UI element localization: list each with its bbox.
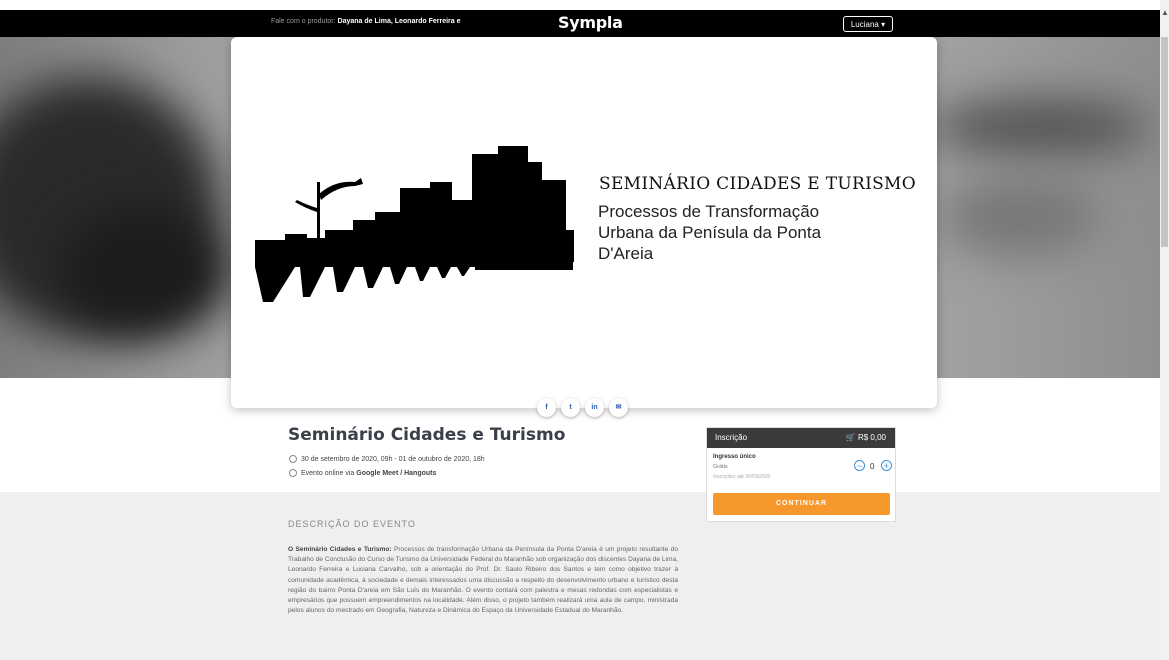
event-banner: SEMINÁRIO CIDADES E TURISMO Processos de… xyxy=(231,37,937,408)
ticket-price: Grátis xyxy=(713,464,728,470)
facebook-icon[interactable]: f xyxy=(537,398,556,417)
globe-icon xyxy=(289,469,297,477)
linkedin-icon[interactable]: in xyxy=(585,398,604,417)
ticket-header-label: Inscrição xyxy=(715,433,748,442)
banner-subtitle-line-3: D'Areia xyxy=(598,244,654,263)
ticket-quantity: 0 xyxy=(870,462,875,471)
ticket-name: Ingresso único xyxy=(713,454,756,460)
email-icon[interactable]: ✉ xyxy=(609,398,628,417)
description-heading: DESCRIÇÃO DO EVENTO xyxy=(288,519,416,529)
sympla-logo[interactable]: Sympla xyxy=(558,13,623,32)
location-prefix: Evento online via xyxy=(301,469,357,477)
top-bar: Fale com o produtor: Dayana de Lima, Leo… xyxy=(0,10,1160,37)
twitter-icon[interactable]: t xyxy=(561,398,580,417)
banner-title: SEMINÁRIO CIDADES E TURISMO xyxy=(599,174,916,194)
increase-quantity-icon[interactable]: + xyxy=(881,460,892,471)
ticket-deadline: Inscrições até 30/09/2020 xyxy=(713,474,771,480)
cart-total: 🛒 R$ 0,00 xyxy=(845,433,886,442)
scrollbar[interactable]: ▲ xyxy=(1160,0,1169,660)
ticket-box: Inscrição 🛒 R$ 0,00 Ingresso único Gráti… xyxy=(706,427,896,522)
event-date-text: 30 de setembro de 2020, 09h - 01 de outu… xyxy=(301,455,485,463)
event-location: Evento online via Google Meet / Hangouts xyxy=(289,469,436,477)
location-platform: Google Meet / Hangouts xyxy=(356,469,437,477)
city-skyline-illustration xyxy=(255,146,574,302)
description-body: O Seminário Cidades e Turismo: Processos… xyxy=(288,545,678,616)
event-title: Seminário Cidades e Turismo xyxy=(288,425,566,445)
scroll-up-arrow-icon[interactable]: ▲ xyxy=(1161,8,1169,17)
banner-subtitle-line-2: Urbana da Penísula da Ponta xyxy=(598,223,822,242)
clock-icon xyxy=(289,455,297,463)
description-text: Processos de transformação Urbana da Pen… xyxy=(288,546,678,615)
producer-contact[interactable]: Fale com o produtor: Dayana de Lima, Leo… xyxy=(271,18,460,25)
continue-button[interactable]: CONTINUAR xyxy=(713,493,890,515)
user-menu-button[interactable]: Luciana ▾ xyxy=(843,16,893,32)
description-lead: O Seminário Cidades e Turismo: xyxy=(288,546,392,553)
ticket-header: Inscrição 🛒 R$ 0,00 xyxy=(707,428,895,448)
banner-subtitle-line-1: Processos de Transformação xyxy=(598,202,820,221)
contact-label: Fale com o produtor: xyxy=(271,18,336,25)
scrollbar-thumb[interactable] xyxy=(1161,37,1168,247)
event-date: 30 de setembro de 2020, 09h - 01 de outu… xyxy=(289,455,485,463)
producer-names[interactable]: Dayana de Lima, Leonardo Ferreira e xyxy=(338,18,461,25)
decrease-quantity-icon[interactable]: − xyxy=(854,460,865,471)
